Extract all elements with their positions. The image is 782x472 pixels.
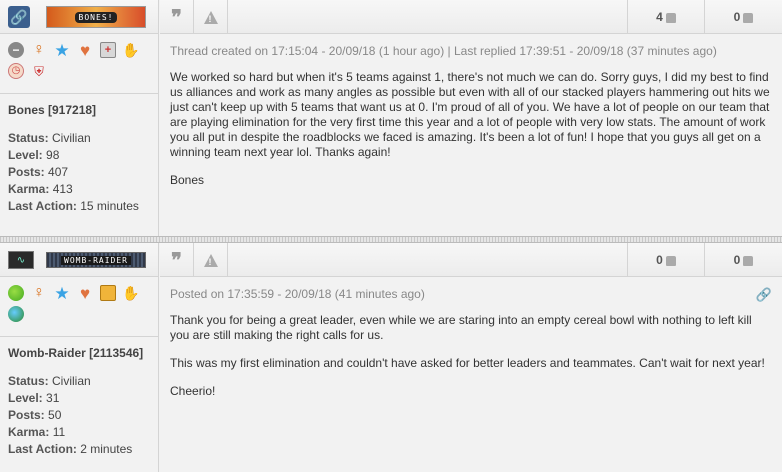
faction-badge-text: WOMB-RAIDER (61, 255, 131, 265)
karma-row: Karma: 413 (8, 182, 150, 196)
username[interactable]: Bones [917218] (8, 103, 150, 117)
last-action-value: 15 minutes (80, 199, 139, 213)
forum-post: ∿ WOMB-RAIDER ♀ ★ ♥ ✋ Womb-Raider [21135… (0, 243, 782, 472)
thumbs-down-icon (743, 256, 754, 266)
level-value: 31 (46, 391, 60, 405)
post-meta: Thread created on 17:15:04 - 20/09/18 (1… (170, 44, 717, 58)
like-count: 4 (656, 10, 663, 24)
forum-post: 🔗 BONES! − ♀ ★ ♥ + ✋ ◷ ⛨ Bones [917218] … (0, 0, 782, 236)
karma-value: 413 (52, 182, 73, 196)
author-header: 🔗 BONES! (0, 0, 158, 34)
link-icon[interactable]: 🔗 (8, 6, 30, 28)
status-value: Civilian (52, 374, 91, 388)
star-icon[interactable]: ★ (54, 42, 70, 59)
post-body: ❞ ! 0 0 Posted on 17:35:59 - 20/09/18 (4… (160, 243, 782, 472)
posts-row: Posts: 407 (8, 165, 150, 179)
karma-value: 11 (52, 425, 66, 439)
report-button[interactable]: ! (194, 0, 228, 34)
author-header: ∿ WOMB-RAIDER (0, 243, 158, 277)
post-paragraph: This was my first elimination and couldn… (170, 356, 765, 370)
level-label: Level: (8, 391, 43, 405)
status-value: Civilian (52, 131, 91, 145)
briefcase-icon[interactable] (100, 285, 116, 301)
like-button[interactable]: 4 (627, 0, 705, 34)
warning-icon: ! (203, 253, 218, 267)
online-status-icon[interactable] (8, 285, 24, 301)
minus-icon[interactable]: − (8, 42, 24, 58)
report-button[interactable]: ! (194, 243, 228, 277)
medkit-icon[interactable]: + (100, 42, 116, 58)
posts-value: 407 (48, 165, 69, 179)
username[interactable]: Womb-Raider [2113546] (8, 346, 150, 360)
dislike-count: 0 (733, 253, 741, 267)
post-toolbar: ❞ ! 4 0 (160, 0, 782, 34)
female-icon[interactable]: ♀ (31, 285, 47, 301)
post-body: ❞ ! 4 0 Thread created on 17:15:04 - 20/… (160, 0, 782, 236)
karma-row: Karma: 11 (8, 425, 150, 439)
thumbs-down-icon (743, 13, 754, 23)
karma-label: Karma: (8, 425, 50, 439)
status-label: Status: (8, 374, 49, 388)
dislike-button[interactable]: 0 (705, 243, 782, 277)
last-action-label: Last Action: (8, 442, 77, 456)
quote-icon: ❞ (171, 5, 182, 29)
faction-badge[interactable]: WOMB-RAIDER (46, 252, 146, 268)
user-icons: ♀ ★ ♥ ✋ (0, 277, 158, 337)
posts-label: Posts: (8, 408, 45, 422)
like-button[interactable]: 0 (627, 243, 705, 277)
faction-badge[interactable]: BONES! (46, 6, 146, 28)
post-separator (0, 236, 782, 243)
post-meta-text: Posted on 17:35:59 - 20/09/18 (41 minute… (170, 287, 425, 301)
post-paragraph: We worked so hard but when it's 5 teams … (170, 70, 770, 159)
quote-button[interactable]: ❞ (160, 243, 194, 277)
last-action-row: Last Action: 15 minutes (8, 199, 150, 213)
last-action-label: Last Action: (8, 199, 77, 213)
posts-row: Posts: 50 (8, 408, 150, 422)
post-content: Thank you for being a great leader, even… (160, 301, 782, 399)
post-content: We worked so hard but when it's 5 teams … (160, 58, 782, 188)
posts-value: 50 (48, 408, 62, 422)
last-action-value: 2 minutes (80, 442, 133, 456)
waveform-icon[interactable]: ∿ (8, 251, 34, 269)
karma-label: Karma: (8, 182, 50, 196)
user-info: Womb-Raider [2113546] Status: Civilian L… (0, 337, 158, 456)
faction-badge-text: BONES! (74, 11, 118, 23)
posts-label: Posts: (8, 165, 45, 179)
dislike-count: 0 (733, 10, 741, 24)
globe-icon[interactable] (8, 306, 24, 322)
hand-icon[interactable]: ✋ (122, 42, 139, 58)
star-icon[interactable]: ★ (54, 285, 70, 302)
thumbs-up-icon (665, 256, 676, 266)
level-value: 98 (46, 148, 60, 162)
permalink-icon[interactable]: 🔗 (756, 287, 772, 303)
level-row: Level: 98 (8, 148, 150, 162)
heart-icon[interactable]: ♥ (77, 285, 93, 302)
like-count: 0 (656, 253, 663, 267)
hospital-bed-icon[interactable]: ⛨ (31, 63, 47, 79)
post-toolbar: ❞ ! 0 0 (160, 243, 782, 277)
last-action-row: Last Action: 2 minutes (8, 442, 150, 456)
post-signature: Bones (170, 173, 205, 187)
hand-icon[interactable]: ✋ (122, 285, 139, 301)
user-icons: − ♀ ★ ♥ + ✋ ◷ ⛨ (0, 34, 158, 94)
status-label: Status: (8, 131, 49, 145)
post-meta: Posted on 17:35:59 - 20/09/18 (41 minute… (160, 277, 782, 303)
user-info: Bones [917218] Status: Civilian Level: 9… (0, 94, 158, 213)
thumbs-up-icon (665, 13, 676, 23)
quote-icon: ❞ (171, 248, 182, 272)
heart-icon[interactable]: ♥ (77, 42, 93, 59)
author-panel: 🔗 BONES! − ♀ ★ ♥ + ✋ ◷ ⛨ Bones [917218] … (0, 0, 159, 236)
post-paragraph: Cheerio! (170, 384, 216, 398)
level-label: Level: (8, 148, 43, 162)
level-row: Level: 31 (8, 391, 150, 405)
female-icon[interactable]: ♀ (31, 42, 47, 58)
status-row: Status: Civilian (8, 131, 150, 145)
post-paragraph: Thank you for being a great leader, even… (170, 313, 752, 342)
warning-icon: ! (203, 10, 218, 24)
clock-icon[interactable]: ◷ (8, 63, 24, 79)
dislike-button[interactable]: 0 (705, 0, 782, 34)
author-panel: ∿ WOMB-RAIDER ♀ ★ ♥ ✋ Womb-Raider [21135… (0, 243, 159, 472)
quote-button[interactable]: ❞ (160, 0, 194, 34)
status-row: Status: Civilian (8, 374, 150, 388)
